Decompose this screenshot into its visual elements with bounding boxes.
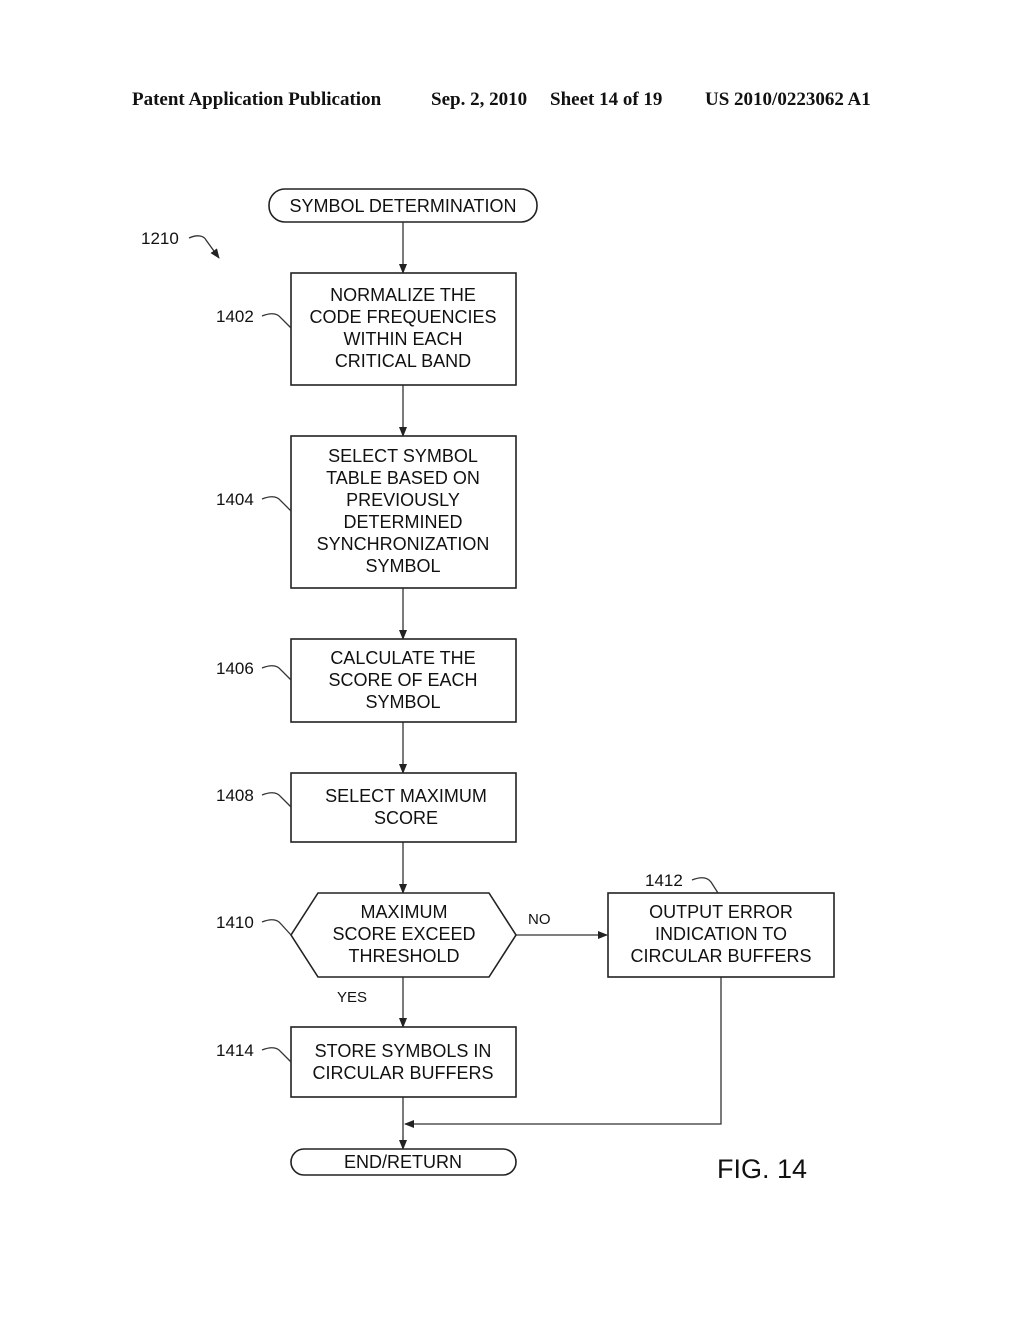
no-label: NO (528, 911, 551, 928)
start-terminator: SYMBOL DETERMINATION (268, 188, 538, 223)
yes-label: YES (337, 989, 367, 1006)
step-1408: SELECT MAXIMUM SCORE (290, 772, 517, 843)
leader-line (261, 313, 292, 329)
decision-text: MAXIMUM (361, 902, 448, 922)
ref-1404: 1404 (216, 490, 254, 509)
step-text: CRITICAL BAND (335, 351, 471, 371)
step-text: INDICATION TO (655, 924, 787, 944)
step-1414: STORE SYMBOLS IN CIRCULAR BUFFERS (290, 1026, 517, 1098)
leader-line (261, 792, 292, 808)
end-label: END/RETURN (344, 1152, 462, 1172)
ref-1408: 1408 (216, 786, 254, 805)
leader-line (261, 665, 292, 681)
step-text: SCORE OF EACH (328, 670, 477, 690)
step-text: SYNCHRONIZATION (317, 534, 490, 554)
decision-text: SCORE EXCEED (332, 924, 475, 944)
ref-1410: 1410 (216, 913, 254, 932)
step-text: STORE SYMBOLS IN (315, 1041, 492, 1061)
step-1412: OUTPUT ERROR INDICATION TO CIRCULAR BUFF… (607, 892, 835, 978)
ref-1210-arrow (188, 235, 220, 259)
leader-line (691, 877, 719, 894)
leader-line (261, 496, 292, 512)
ref-1402: 1402 (216, 307, 254, 326)
figure-label: FIG. 14 (717, 1154, 807, 1184)
leader-line (261, 1047, 292, 1063)
decision-text: THRESHOLD (348, 946, 459, 966)
end-terminator: END/RETURN (290, 1148, 517, 1176)
step-text: OUTPUT ERROR (649, 902, 793, 922)
ref-1210: 1210 (141, 229, 179, 248)
step-text: SCORE (374, 808, 438, 828)
step-text: NORMALIZE THE (330, 285, 476, 305)
leader-line (261, 919, 292, 936)
decision-1410: MAXIMUM SCORE EXCEED THRESHOLD (290, 892, 517, 978)
step-text: CIRCULAR BUFFERS (630, 946, 811, 966)
step-text: PREVIOUSLY (346, 490, 460, 510)
step-1404: SELECT SYMBOL TABLE BASED ON PREVIOUSLY … (290, 435, 517, 589)
step-text: TABLE BASED ON (326, 468, 480, 488)
step-text: SELECT MAXIMUM (325, 786, 487, 806)
ref-1414: 1414 (216, 1041, 254, 1060)
step-text: CALCULATE THE (330, 648, 475, 668)
step-text: SYMBOL (365, 692, 440, 712)
step-text: CIRCULAR BUFFERS (312, 1063, 493, 1083)
flowchart: SYMBOL DETERMINATION 1210 NORMALIZE THE … (141, 188, 835, 1184)
ref-1412: 1412 (645, 871, 683, 890)
step-text: WITHIN EACH (344, 329, 463, 349)
step-text: DETERMINED (343, 512, 462, 532)
ref-1406: 1406 (216, 659, 254, 678)
step-text: SYMBOL (365, 556, 440, 576)
start-label: SYMBOL DETERMINATION (289, 196, 516, 216)
step-1406: CALCULATE THE SCORE OF EACH SYMBOL (290, 638, 517, 723)
step-text: SELECT SYMBOL (328, 446, 478, 466)
step-text: CODE FREQUENCIES (309, 307, 496, 327)
step-1402: NORMALIZE THE CODE FREQUENCIES WITHIN EA… (290, 272, 517, 386)
